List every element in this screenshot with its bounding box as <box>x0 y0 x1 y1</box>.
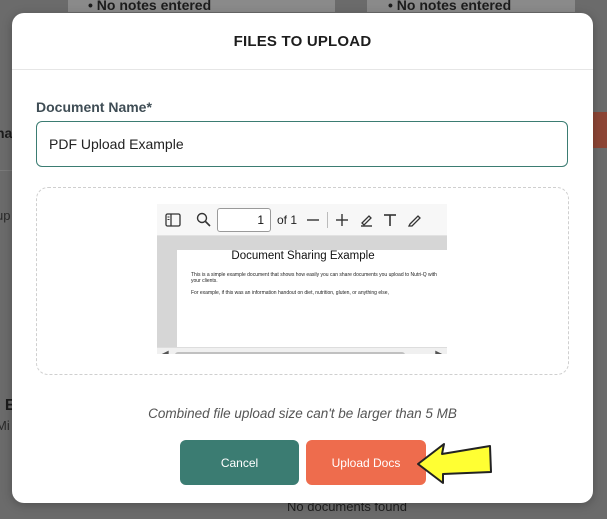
scrollbar-thumb[interactable] <box>175 352 405 354</box>
yellow-arrow-icon <box>417 443 492 484</box>
scroll-left-icon[interactable]: ◀ <box>161 348 169 354</box>
zoom-in-icon[interactable] <box>330 208 354 232</box>
pdf-preview[interactable]: of 1 Document Sharing Example This is a … <box>157 204 447 354</box>
page-count-label: of 1 <box>277 212 298 227</box>
modal-header: FILES TO UPLOAD <box>12 13 593 70</box>
text-tool-icon[interactable] <box>378 208 402 232</box>
pdf-paragraph: For example, if this was an information … <box>191 290 389 296</box>
upload-docs-button[interactable]: Upload Docs <box>306 440 426 485</box>
pdf-toolbar: of 1 <box>157 204 447 236</box>
draw-icon[interactable] <box>402 208 426 232</box>
pdf-document-title: Document Sharing Example <box>231 250 375 262</box>
background-notes-right: • No notes entered <box>388 0 512 13</box>
upload-modal: FILES TO UPLOAD Document Name* of 1 <box>12 13 593 503</box>
background-divider <box>0 170 12 171</box>
page-number-input[interactable] <box>217 207 271 232</box>
cancel-button[interactable]: Cancel <box>180 440 299 485</box>
toolbar-separator <box>327 211 329 228</box>
background-fragment: na <box>0 125 13 141</box>
pdf-page <box>177 250 447 354</box>
upload-size-note: Combined file upload size can't be large… <box>148 406 457 421</box>
modal-title: FILES TO UPLOAD <box>233 32 372 50</box>
background-fragment: up <box>0 208 11 223</box>
document-name-label: Document Name* <box>36 99 152 115</box>
document-name-input[interactable] <box>36 121 568 167</box>
scroll-right-icon[interactable]: ▶ <box>435 348 443 354</box>
search-icon[interactable] <box>191 208 215 232</box>
background-red-button <box>593 112 607 148</box>
background-fragment: Mi <box>0 418 10 433</box>
zoom-out-icon[interactable] <box>301 208 325 232</box>
highlight-icon[interactable] <box>354 208 378 232</box>
pdf-paragraph: This is a simple example document that s… <box>191 272 437 284</box>
pdf-horizontal-scrollbar[interactable]: ◀ ▶ <box>157 347 447 354</box>
background-notes-left: • No notes entered <box>88 0 212 13</box>
sidebar-toggle-icon[interactable] <box>161 208 185 232</box>
